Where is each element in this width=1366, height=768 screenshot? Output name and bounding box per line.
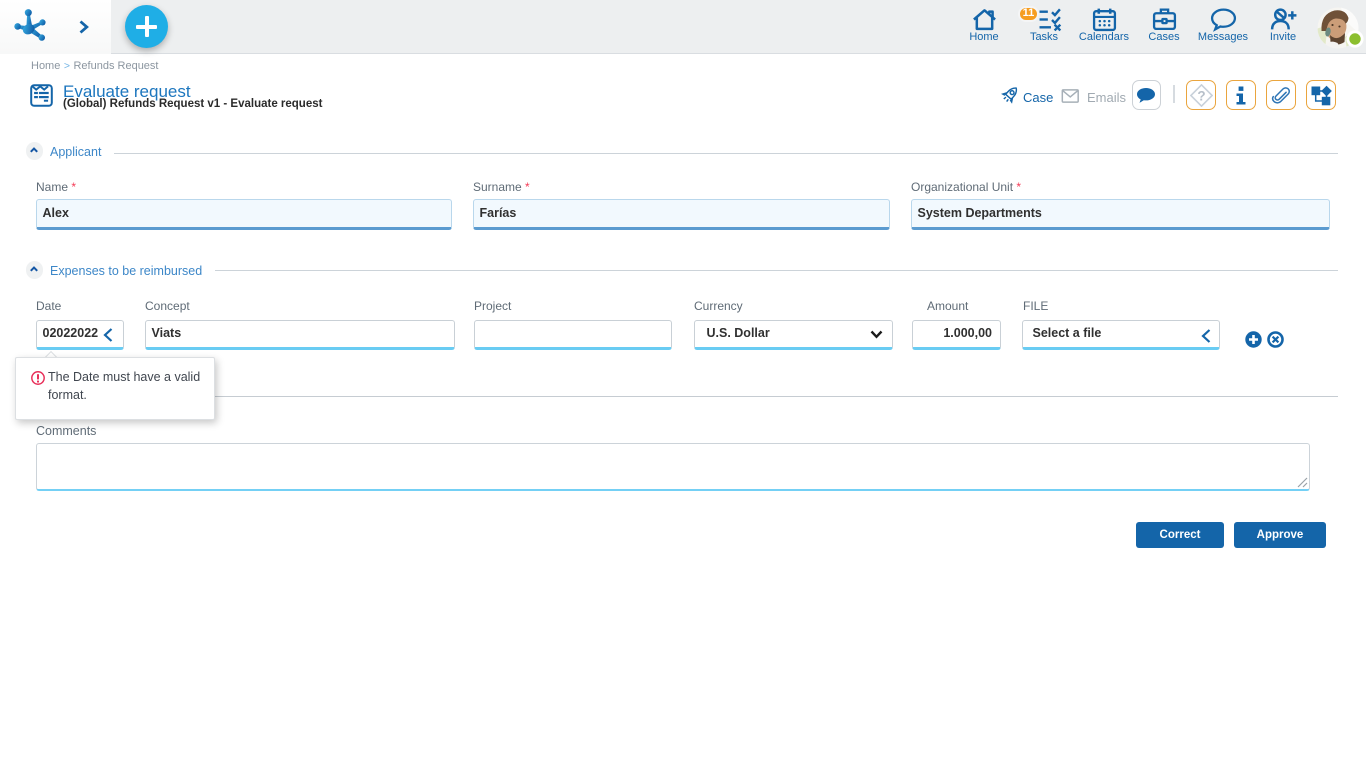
svg-text:?: ? — [1197, 88, 1205, 103]
